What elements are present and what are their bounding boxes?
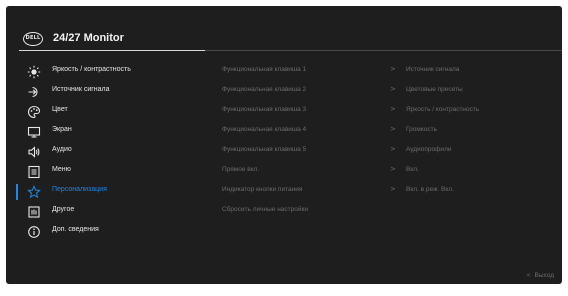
menu-item-brightness-contrast[interactable]: Яркость / контрастность — [6, 62, 211, 82]
menu-item-label: Экран — [52, 126, 72, 133]
input-source-icon — [27, 85, 41, 99]
setting-label: Сбросить личные настройки — [222, 206, 308, 213]
menu-item-input-source[interactable]: Источник сигнала — [6, 82, 211, 102]
setting-label: Индикатор кнопки питания — [222, 186, 303, 193]
header-divider — [19, 50, 205, 51]
chevron-right-icon: > — [390, 145, 396, 153]
value-label: Яркость / контрастность — [406, 106, 480, 113]
chevron-right-icon: > — [390, 125, 396, 133]
value-label: Источник сигнала — [406, 66, 460, 73]
osd-header: DELL 24/27 Monitor — [6, 6, 562, 50]
speaker-icon — [27, 145, 41, 159]
chevron-right-icon: > — [390, 85, 396, 93]
setting-label: Прямое вкл. — [222, 166, 260, 173]
value-label: Вкл. — [406, 166, 419, 173]
menu-item-audio[interactable]: Аудио — [6, 142, 211, 162]
dell-logo: DELL — [23, 32, 43, 46]
chevron-right-icon: > — [390, 165, 396, 173]
menu-item-personalize[interactable]: Персонализация — [6, 182, 211, 202]
menu-item-more-info[interactable]: Доп. сведения — [6, 222, 211, 242]
setting-label: Функциональная клавиша 4 — [222, 126, 307, 133]
menu-item-label: Яркость / контрастность — [52, 66, 131, 73]
setting-label: Функциональная клавиша 1 — [222, 66, 307, 73]
setting-power-button-led[interactable]: Индикатор кнопки питания > — [222, 182, 396, 202]
setting-value: Вкл. — [406, 162, 556, 182]
setting-direct-on[interactable]: Прямое вкл. > — [222, 162, 396, 182]
setting-value: Яркость / контрастность — [406, 102, 556, 122]
chevron-left-icon: < — [526, 272, 531, 279]
menu-item-menu[interactable]: Меню — [6, 162, 211, 182]
setting-shortcut-key-1[interactable]: Функциональная клавиша 1 > — [222, 62, 396, 82]
active-indicator — [16, 184, 18, 200]
header-divider-dim — [205, 50, 562, 51]
display-icon — [27, 125, 41, 139]
others-icon — [27, 205, 41, 219]
menu-item-label: Аудио — [52, 146, 72, 153]
menu-item-label: Меню — [52, 166, 71, 173]
star-icon — [27, 185, 41, 199]
menu-item-display[interactable]: Экран — [6, 122, 211, 142]
setting-value: Аудиопрофили — [406, 142, 556, 162]
setting-value: Источник сигнала — [406, 62, 556, 82]
info-icon — [27, 225, 41, 239]
setting-shortcut-key-3[interactable]: Функциональная клавиша 3 > — [222, 102, 396, 122]
setting-reset-personalization[interactable]: Сбросить личные настройки — [222, 202, 372, 222]
menu-item-others[interactable]: Другое — [6, 202, 211, 222]
setting-label: Функциональная клавиша 3 — [222, 106, 307, 113]
menu-item-label: Другое — [52, 206, 75, 213]
setting-value: Цветовые пресеты — [406, 82, 556, 102]
menu-item-color[interactable]: Цвет — [6, 102, 211, 122]
brightness-icon — [27, 65, 41, 79]
setting-value: Вкл. в реж. Вкл. — [406, 182, 556, 202]
setting-label: Функциональная клавиша 2 — [222, 86, 307, 93]
chevron-right-icon: > — [390, 185, 396, 193]
exit-button[interactable]: < Выход — [527, 272, 554, 279]
setting-shortcut-key-2[interactable]: Функциональная клавиша 2 > — [222, 82, 396, 102]
value-label: Аудиопрофили — [406, 146, 452, 153]
chevron-right-icon: > — [390, 105, 396, 113]
setting-shortcut-key-4[interactable]: Функциональная клавиша 4 > — [222, 122, 396, 142]
monitor-title: 24/27 Monitor — [53, 32, 124, 44]
value-label: Громкость — [406, 126, 437, 133]
value-label: Вкл. в реж. Вкл. — [406, 186, 454, 193]
exit-label: Выход — [534, 272, 554, 279]
setting-label: Функциональная клавиша 5 — [222, 146, 307, 153]
menu-item-label: Доп. сведения — [52, 226, 99, 233]
color-palette-icon — [27, 105, 41, 119]
menu-icon — [27, 165, 41, 179]
menu-item-label: Персонализация — [52, 186, 107, 193]
menu-item-label: Цвет — [52, 106, 68, 113]
menu-item-label: Источник сигнала — [52, 86, 110, 93]
chevron-right-icon: > — [390, 65, 396, 73]
osd-menu-window: DELL 24/27 Monitor Яркость / контрастнос… — [6, 6, 562, 284]
setting-value: Громкость — [406, 122, 556, 142]
setting-shortcut-key-5[interactable]: Функциональная клавиша 5 > — [222, 142, 396, 162]
value-label: Цветовые пресеты — [406, 86, 463, 93]
